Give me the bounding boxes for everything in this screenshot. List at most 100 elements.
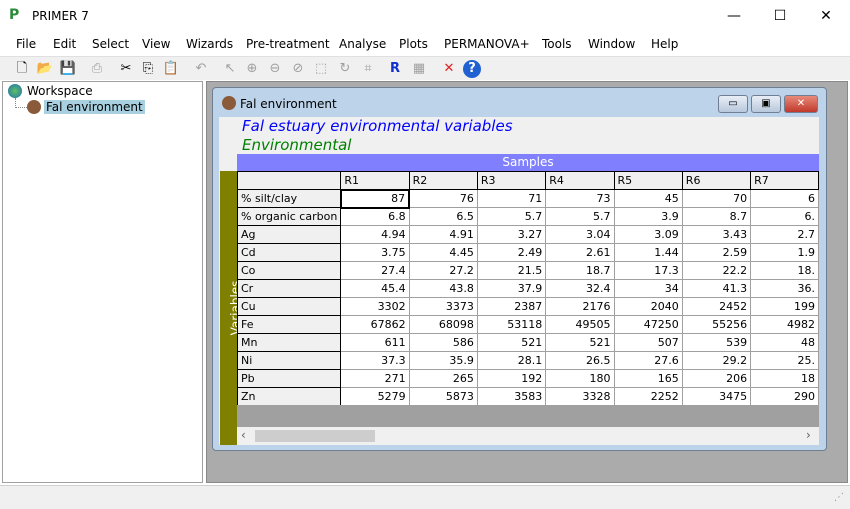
data-cell[interactable]: 2387 (476, 297, 547, 316)
data-cell[interactable]: 53118 (476, 315, 547, 334)
row-label[interactable]: Fe (237, 315, 342, 334)
data-cell[interactable]: 265 (408, 369, 478, 388)
data-cell[interactable]: 68098 (408, 315, 478, 334)
row-label[interactable]: Mn (237, 333, 342, 352)
data-cell[interactable]: 180 (545, 369, 615, 388)
column-header[interactable]: R2 (408, 171, 478, 190)
menu-select[interactable]: Select (92, 37, 129, 51)
row-label[interactable]: Cr (237, 279, 342, 298)
data-cell[interactable]: 4.94 (340, 225, 410, 244)
column-header[interactable]: R3 (476, 171, 547, 190)
menu-tools[interactable]: Tools (542, 37, 572, 51)
data-cell[interactable]: 6. (750, 207, 819, 226)
row-label[interactable]: Co (237, 261, 342, 280)
row-label[interactable]: % organic carbon (237, 207, 342, 226)
scroll-left-icon[interactable]: ‹ (241, 428, 246, 442)
menu-help[interactable]: Help (651, 37, 678, 51)
data-cell[interactable]: 27.6 (613, 351, 683, 370)
data-cell[interactable]: 6.8 (340, 207, 410, 226)
data-cell[interactable]: 2040 (613, 297, 683, 316)
data-cell[interactable]: 29.2 (681, 351, 752, 370)
menu-analyse[interactable]: Analyse (339, 37, 386, 51)
print-icon[interactable]: ⎙ (88, 60, 106, 78)
delete-icon[interactable]: ✕ (440, 60, 458, 78)
data-cell[interactable]: 22.2 (681, 261, 752, 280)
data-cell[interactable]: 2452 (681, 297, 752, 316)
data-cell[interactable]: 5873 (408, 387, 478, 405)
data-cell[interactable]: 36. (750, 279, 819, 298)
select-box-icon[interactable]: ⬚ (312, 60, 330, 78)
cut-icon[interactable]: ✂ (117, 60, 135, 78)
data-cell[interactable]: 41.3 (681, 279, 752, 298)
data-cell[interactable]: 2176 (545, 297, 615, 316)
row-label[interactable]: Pb (237, 369, 342, 388)
data-cell[interactable]: 6 (750, 189, 819, 208)
data-cell[interactable]: 37.9 (476, 279, 547, 298)
data-cell[interactable]: 71 (476, 189, 547, 208)
data-cell[interactable]: 8.7 (681, 207, 752, 226)
data-cell[interactable]: 3373 (408, 297, 478, 316)
copy-icon[interactable]: ⎘ (139, 60, 157, 78)
data-cell[interactable]: 3302 (340, 297, 410, 316)
data-cell[interactable]: 192 (476, 369, 547, 388)
data-cell[interactable]: 48 (750, 333, 819, 352)
data-cell[interactable]: 5279 (340, 387, 410, 405)
child-close-button[interactable]: ✕ (784, 95, 818, 113)
data-cell[interactable]: 28.1 (476, 351, 547, 370)
scroll-right-icon[interactable]: › (806, 428, 811, 442)
tree-root-workspace[interactable]: Workspace (27, 84, 93, 98)
close-button[interactable]: ✕ (803, 0, 849, 32)
data-cell[interactable]: 1.44 (613, 243, 683, 262)
zoom-in-icon[interactable]: ⊕ (243, 60, 261, 78)
menu-plots[interactable]: Plots (399, 37, 428, 51)
rotate-icon[interactable]: ↻ (336, 60, 354, 78)
data-cell[interactable]: 18.7 (545, 261, 615, 280)
row-label[interactable]: % silt/clay (237, 189, 342, 208)
column-header[interactable]: R4 (545, 171, 615, 190)
menu-window[interactable]: Window (588, 37, 635, 51)
menu-file[interactable]: File (16, 37, 36, 51)
save-icon[interactable]: 💾 (59, 60, 77, 78)
data-cell[interactable]: 1.9 (750, 243, 819, 262)
undo-icon[interactable]: ↶ (192, 60, 210, 78)
data-cell[interactable]: 3583 (476, 387, 547, 405)
row-label[interactable]: Ni (237, 351, 342, 370)
menu-view[interactable]: View (142, 37, 170, 51)
data-cell[interactable]: 21.5 (476, 261, 547, 280)
data-cell[interactable]: 18. (750, 261, 819, 280)
help-icon[interactable]: ? (463, 60, 481, 78)
minimize-button[interactable]: — (711, 0, 757, 32)
data-cell[interactable]: 55256 (681, 315, 752, 334)
data-cell[interactable]: 49505 (545, 315, 615, 334)
data-cell[interactable]: 27.2 (408, 261, 478, 280)
data-cell[interactable]: 18 (750, 369, 819, 388)
data-cell[interactable]: 45 (613, 189, 683, 208)
rename-icon[interactable]: R (386, 60, 404, 78)
data-cell[interactable]: 2.59 (681, 243, 752, 262)
data-cell[interactable]: 73 (545, 189, 615, 208)
data-cell[interactable]: 4.91 (408, 225, 478, 244)
data-grid[interactable]: R1 R2 R3 R4 R5 R6 R7% silt/clay 87 76 71 73 45 70 6% … (237, 171, 819, 405)
data-cell[interactable]: 206 (681, 369, 752, 388)
maximize-button[interactable]: ☐ (757, 0, 803, 32)
data-cell[interactable]: 43.8 (408, 279, 478, 298)
data-cell[interactable]: 539 (681, 333, 752, 352)
data-cell[interactable]: 27.4 (340, 261, 410, 280)
column-header[interactable]: R5 (613, 171, 683, 190)
child-restore-button[interactable]: ▣ (751, 95, 781, 113)
data-cell[interactable]: 3.27 (476, 225, 547, 244)
data-cell[interactable]: 290 (750, 387, 819, 405)
resize-grip-icon[interactable]: ⋰ (834, 492, 844, 503)
data-cell[interactable]: 32.4 (545, 279, 615, 298)
data-cell[interactable]: 521 (545, 333, 615, 352)
data-cell[interactable]: 507 (613, 333, 683, 352)
data-cell[interactable]: 87 (339, 188, 411, 209)
column-header[interactable]: R6 (681, 171, 752, 190)
data-cell[interactable]: 37.3 (340, 351, 410, 370)
data-cell[interactable]: 6.5 (408, 207, 478, 226)
zoom-reset-icon[interactable]: ⊘ (289, 60, 307, 78)
row-label[interactable]: Zn (237, 387, 342, 405)
menu-edit[interactable]: Edit (53, 37, 76, 51)
data-cell[interactable]: 521 (476, 333, 547, 352)
menu-wizards[interactable]: Wizards (186, 37, 233, 51)
